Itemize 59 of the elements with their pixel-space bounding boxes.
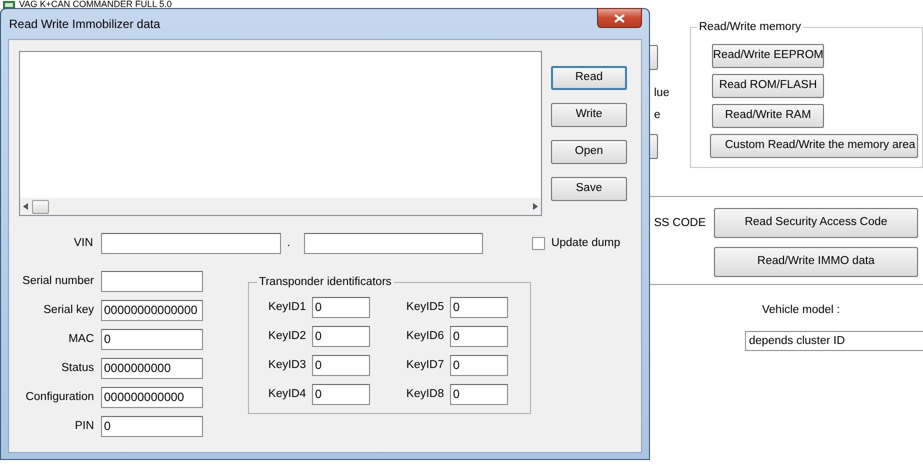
field-label: Serial key <box>42 302 94 318</box>
key-id-label: KeyID6 <box>405 328 444 344</box>
key-id-field[interactable]: 0 <box>312 326 370 347</box>
memory-button[interactable]: Read/Write RAM <box>712 104 824 128</box>
key-id-field[interactable]: 0 <box>312 384 370 405</box>
field-label: PIN <box>74 418 94 434</box>
dialog-title: Read Write Immobilizer data <box>8 16 160 33</box>
dialog-button[interactable]: Write <box>551 103 627 127</box>
text-field[interactable]: 0 <box>101 416 203 437</box>
label-text: lue <box>654 86 670 100</box>
text-field[interactable]: 000000000000 <box>101 387 203 408</box>
key-id-label: KeyID5 <box>405 300 444 315</box>
dialog-button[interactable]: Open <box>551 140 627 164</box>
key-id-label: KeyID2 <box>267 328 306 344</box>
memory-button[interactable]: Read ROM/FLASH <box>712 74 824 98</box>
scroll-right-icon[interactable] <box>533 203 538 210</box>
field-label: MAC <box>67 332 94 347</box>
text-field[interactable]: 0000000000 <box>101 358 203 379</box>
key-id-field[interactable]: 0 <box>312 355 370 376</box>
vehicle-model-label: Vehicle model : <box>761 303 841 318</box>
label-text: e <box>654 108 662 122</box>
field-label: Configuration <box>24 390 94 405</box>
key-id-field[interactable]: 0 <box>450 326 508 347</box>
scroll-left-icon[interactable] <box>23 203 28 210</box>
close-button[interactable] <box>597 8 642 28</box>
window-title: VAG K+CAN COMMANDER FULL 5.0 <box>19 0 172 9</box>
vin-separator: . <box>287 236 290 251</box>
key-id-label: KeyID4 <box>267 386 306 402</box>
scroll-thumb[interactable] <box>32 200 49 214</box>
text-field[interactable]: 0 <box>101 329 203 350</box>
memory-button[interactable]: Custom Read/Write the memory area <box>710 134 918 158</box>
field-label: Status <box>60 360 94 376</box>
access-button[interactable]: Read Security Access Code <box>714 208 918 238</box>
key-id-label: KeyID8 <box>405 386 444 402</box>
group-title: Transponder identificators <box>257 275 394 289</box>
text-field[interactable]: 00000000000000 <box>101 300 203 321</box>
update-dump-checkbox[interactable]: Update dump <box>532 234 620 252</box>
text-field[interactable] <box>101 271 203 292</box>
vin-field[interactable] <box>101 233 281 254</box>
key-id-label: KeyID3 <box>267 358 306 373</box>
app-icon <box>3 1 15 9</box>
vin-field[interactable] <box>304 233 484 254</box>
group-title: Read/Write memory <box>697 20 804 34</box>
dialog-button[interactable]: Read <box>551 66 627 90</box>
key-id-field[interactable]: 0 <box>450 297 508 318</box>
field-label: Serial number <box>21 274 94 289</box>
key-id-field[interactable]: 0 <box>450 384 508 405</box>
memory-button[interactable]: Read/Write EEPROM <box>712 44 824 68</box>
key-id-label: KeyID1 <box>267 300 306 315</box>
access-code-label: SS CODE <box>654 217 706 229</box>
vin-label: VIN <box>72 236 93 251</box>
horizontal-scrollbar[interactable] <box>20 198 541 215</box>
close-icon <box>614 14 625 22</box>
key-id-field[interactable]: 0 <box>312 297 370 318</box>
dialog-button[interactable]: Save <box>551 177 627 201</box>
key-id-field[interactable]: 0 <box>450 355 508 376</box>
access-button[interactable]: Read/Write IMMO data <box>714 247 918 277</box>
vehicle-model-combo[interactable]: depends cluster ID <box>745 331 923 352</box>
key-id-label: KeyID7 <box>405 358 444 373</box>
